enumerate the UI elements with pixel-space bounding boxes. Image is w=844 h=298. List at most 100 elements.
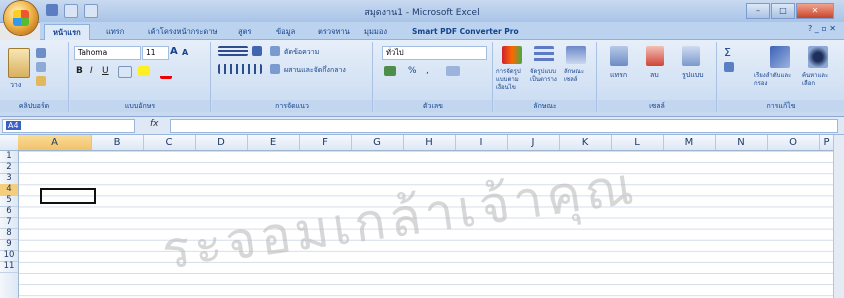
sort-filter-icon[interactable] [770,46,790,68]
ribbon: วาง คลิปบอร์ด Tahoma 11 A A B I U แบบอัก… [0,40,844,117]
tab-view[interactable]: มุมมอง [364,24,387,39]
conditional-format-icon[interactable] [502,46,522,64]
fx-icon[interactable]: fx [150,119,159,129]
column-header[interactable]: N [715,135,768,150]
cells-group-label: เซลล์ [598,100,716,112]
borders-icon[interactable] [118,66,132,78]
group-font: Tahoma 11 A A B I U แบบอักษร [70,42,211,112]
title-bar: สมุดงาน1 - Microsoft Excel – □ ✕ [0,0,844,23]
align-top-icon[interactable] [218,46,248,56]
group-number: ทั่วไป % , ตัวเลข [374,42,493,112]
shrink-font-button[interactable]: A [182,48,188,57]
font-group-label: แบบอักษร [70,100,210,112]
column-header[interactable]: H [403,135,456,150]
tab-smart-pdf[interactable]: Smart PDF Converter Pro [412,24,519,39]
column-header[interactable]: J [507,135,560,150]
office-button[interactable] [4,1,38,35]
orientation-icon[interactable] [252,46,262,56]
number-group-label: ตัวเลข [374,100,492,112]
bold-button[interactable]: B [76,66,83,76]
column-header[interactable]: C [143,135,196,150]
column-headers: A B C D E F G H I J K L M N O P [0,135,844,151]
formula-bar: A4 fx [0,117,844,135]
formula-input[interactable] [170,119,838,133]
fill-icon[interactable] [724,62,734,72]
paste-label: วาง [10,81,22,89]
cell-styles-label[interactable]: ลักษณะเซลล์ [564,68,594,84]
sort-filter-label[interactable]: เรียงลำดับและกรอง [754,72,798,88]
column-header[interactable]: B [91,135,144,150]
office-logo-icon [13,10,29,26]
wrap-text-label[interactable]: ตัดข้อความ [284,47,319,58]
currency-icon[interactable] [384,66,396,76]
active-cell-a4[interactable] [40,188,96,204]
wrap-text-icon[interactable] [270,46,280,56]
help-icon[interactable]: ? _ ▫ ✕ [808,24,836,33]
tab-page-layout[interactable]: เค้าโครงหน้ากระดาษ [148,24,217,39]
column-header[interactable]: G [351,135,404,150]
editing-group-label: การแก้ไข [718,100,844,112]
column-header[interactable]: O [767,135,820,150]
paste-icon[interactable] [8,48,30,78]
font-color-icon[interactable] [160,66,172,79]
alignment-group-label: การจัดแนว [212,100,372,112]
italic-button[interactable]: I [90,66,93,76]
clipboard-group-label: คลิปบอร์ด [0,100,68,112]
column-header[interactable]: M [663,135,716,150]
tab-home[interactable]: หน้าแรก [44,24,90,40]
window-title: สมุดงาน1 - Microsoft Excel [364,8,480,18]
name-box-value: A4 [6,121,21,130]
format-label[interactable]: รูปแบบ [682,70,704,81]
number-format-select[interactable]: ทั่วไป [382,46,487,60]
font-size-select[interactable]: 11 [142,46,169,60]
tab-insert[interactable]: แทรก [106,24,124,39]
grow-font-button[interactable]: A [170,46,178,57]
name-box[interactable]: A4 [2,119,135,133]
ribbon-tabs: หน้าแรก แทรก เค้าโครงหน้ากระดาษ สูตร ข้อ… [40,22,844,40]
cell-styles-icon[interactable] [566,46,586,64]
fill-color-icon[interactable] [138,66,150,76]
column-header[interactable]: D [195,135,248,150]
cut-icon[interactable] [36,48,46,58]
tab-data[interactable]: ข้อมูล [276,24,295,39]
tab-formulas[interactable]: สูตร [238,24,251,39]
merge-center-label[interactable]: ผสานและจัดกึ่งกลาง [284,65,346,76]
column-header[interactable]: F [299,135,352,150]
tab-review[interactable]: ตรวจทาน [318,24,350,39]
minimize-button[interactable]: – [746,3,770,19]
conditional-format-label[interactable]: การจัดรูปแบบตามเงื่อนไข [496,68,530,92]
group-clipboard: วาง คลิปบอร์ด [0,42,69,112]
copy-icon[interactable] [36,62,46,72]
comma-button[interactable]: , [426,66,429,76]
autosum-button[interactable]: Σ [724,46,731,59]
format-cells-icon[interactable] [682,46,700,66]
underline-button[interactable]: U [102,66,109,76]
find-select-icon[interactable] [808,46,828,68]
format-table-icon[interactable] [534,46,554,64]
vertical-scrollbar[interactable] [833,135,844,298]
merge-icon[interactable] [270,64,280,74]
select-all-button[interactable] [0,135,19,150]
maximize-button[interactable]: □ [771,3,795,19]
decimal-icon[interactable] [446,66,460,76]
group-styles: การจัดรูปแบบตามเงื่อนไข จัดรูปแบบเป็นตาร… [494,42,597,112]
row-header[interactable]: 11 [0,261,18,273]
delete-label[interactable]: ลบ [650,70,659,81]
group-cells: แทรก ลบ รูปแบบ เซลล์ [598,42,717,112]
group-editing: Σ เรียงลำดับและกรอง ค้นหาและเลือก การแก้… [718,42,844,112]
close-button[interactable]: ✕ [796,3,834,19]
percent-button[interactable]: % [408,66,417,76]
align-center-icon[interactable] [218,64,262,74]
delete-cells-icon[interactable] [646,46,664,66]
row-headers: 1 2 3 4 5 6 7 8 9 10 11 [0,151,19,298]
column-header[interactable]: I [455,135,508,150]
column-header[interactable]: E [247,135,300,150]
font-name-select[interactable]: Tahoma [74,46,141,60]
format-painter-icon[interactable] [36,76,46,86]
format-table-label[interactable]: จัดรูปแบบเป็นตาราง [530,68,562,84]
column-header[interactable]: A [18,135,92,150]
find-select-label[interactable]: ค้นหาและเลือก [802,72,838,88]
insert-cells-icon[interactable] [610,46,628,66]
insert-label[interactable]: แทรก [610,70,627,81]
styles-group-label: ลักษณะ [494,100,596,112]
